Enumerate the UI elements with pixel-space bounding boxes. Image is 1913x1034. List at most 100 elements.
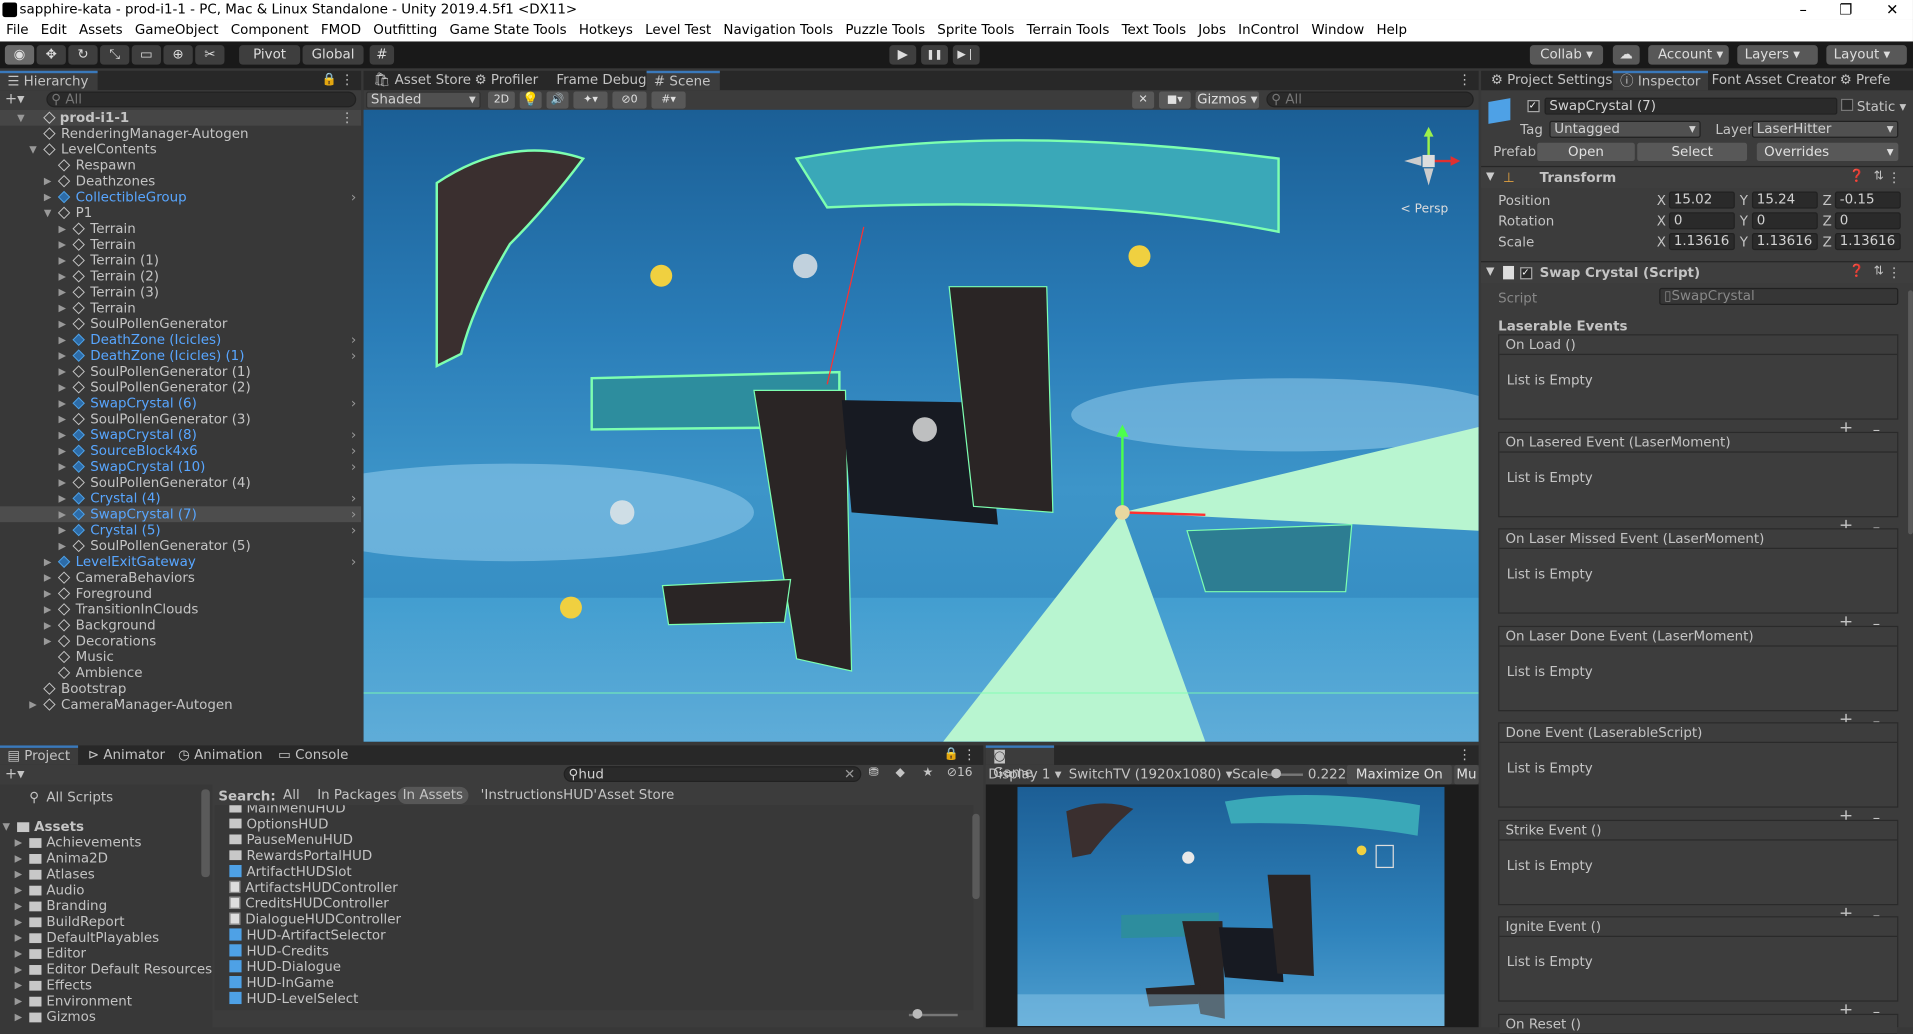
project-search-input[interactable]: ⚲hud ✕ [563, 766, 862, 783]
gizmos-dropdown[interactable]: Gizmos ▾ [1195, 91, 1260, 109]
help-icon[interactable]: ❓ [1849, 265, 1864, 278]
scene-row[interactable]: ▼ prod-i1-1 ⋮ [0, 109, 362, 126]
search-filter-asset-store[interactable]: Asset Store [593, 787, 679, 804]
filter-type-icon[interactable]: ⛃ [869, 766, 879, 779]
hierarchy-item[interactable]: ▶ Deathzones [0, 173, 361, 189]
menu-incontrol[interactable]: InControl [1232, 20, 1305, 42]
saved-search-item[interactable]: ⚲ All Scripts [0, 789, 212, 805]
expand-arrow-icon[interactable]: ▶ [44, 633, 56, 649]
expand-arrow-icon[interactable]: ▶ [44, 617, 56, 633]
expand-arrow-icon[interactable]: ▶ [15, 977, 27, 993]
scene-menu-icon[interactable]: ⋮ [1458, 71, 1471, 91]
expand-arrow-icon[interactable]: ▼ [29, 142, 41, 158]
rotate-tool-icon[interactable]: ↻ [68, 45, 98, 65]
scene-search-input[interactable]: ⚲ All [1266, 91, 1474, 108]
tab-profiler[interactable]: ⚙ Profiler [467, 71, 545, 91]
expand-arrow-icon[interactable]: ▶ [59, 427, 71, 443]
transform-scale-y-field[interactable]: 1.13616 [1751, 233, 1818, 251]
expand-arrow-icon[interactable]: ▶ [59, 237, 71, 253]
asset-result-item[interactable]: OptionsHUD [229, 816, 328, 832]
expand-arrow-icon[interactable]: ▶ [59, 300, 71, 316]
hierarchy-item[interactable]: ▶ Terrain (3) [0, 284, 361, 300]
tab-game[interactable]: ◙ Game [985, 745, 1055, 781]
foldout-arrow-icon[interactable]: ▼ [1486, 266, 1501, 278]
hierarchy-search-input[interactable]: ⚲ All [46, 91, 357, 108]
menu-file[interactable]: File [0, 20, 35, 42]
menu-text-tools[interactable]: Text Tools [1115, 20, 1192, 42]
asset-result-item[interactable]: HUD-ArtifactSelector [229, 927, 386, 943]
2d-toggle[interactable]: 2D [488, 91, 515, 109]
hierarchy-item[interactable]: ▶ DeathZone (Icicles) › [0, 332, 361, 348]
open-prefab-chevron-icon[interactable]: › [351, 427, 356, 443]
assets-root-folder[interactable]: ▼ Assets [0, 819, 212, 835]
scale-slider-handle[interactable] [1271, 768, 1281, 779]
scene-menu-icon[interactable]: ⋮ [340, 110, 353, 126]
expand-arrow-icon[interactable]: ▶ [59, 395, 71, 411]
expand-arrow-icon[interactable]: ▶ [59, 284, 71, 300]
prefab-open-button[interactable]: Open [1537, 142, 1635, 162]
lock-icon[interactable]: 🔒 [944, 745, 959, 765]
axis-z-label[interactable]: Z [1823, 193, 1832, 209]
expand-arrow-icon[interactable]: ▶ [15, 834, 27, 850]
expand-arrow-icon[interactable]: ▶ [59, 221, 71, 237]
expand-arrow-icon[interactable]: ▶ [15, 993, 27, 1009]
tab-animator[interactable]: ⊳ Animator [81, 745, 173, 765]
hierarchy-item[interactable]: ▶ Crystal (4) › [0, 490, 361, 506]
expand-arrow-icon[interactable]: ▶ [44, 554, 56, 570]
folder-item[interactable]: ▶ Gizmos [0, 1009, 212, 1025]
transform-tool-icon[interactable]: ⊕ [163, 45, 193, 65]
menu-hotkeys[interactable]: Hotkeys [573, 20, 639, 42]
folder-item[interactable]: ▶ Effects [0, 977, 212, 993]
hierarchy-item[interactable]: ▶ SoulPollenGenerator [0, 316, 361, 332]
hierarchy-item[interactable]: RenderingManager-Autogen [0, 126, 361, 142]
close-button[interactable]: ✕ [1874, 0, 1911, 20]
display-dropdown[interactable]: Display 1 ▾ [988, 766, 1061, 782]
axis-x-label[interactable]: X [1657, 234, 1666, 250]
tab-project[interactable]: ▤ Project [0, 745, 78, 765]
asset-result-item[interactable]: HUD-LevelSelect [229, 991, 358, 1007]
lock-icon[interactable]: 🔒 [322, 71, 337, 91]
expand-arrow-icon[interactable]: ▶ [15, 914, 27, 930]
expand-arrow-icon[interactable]: ▶ [59, 411, 71, 427]
hierarchy-item[interactable]: ▼ LevelContents [0, 142, 361, 158]
open-prefab-chevron-icon[interactable]: › [351, 506, 356, 522]
hierarchy-item[interactable]: ▶ LevelExitGateway › [0, 554, 361, 570]
expand-arrow-icon[interactable]: ▶ [59, 490, 71, 506]
expand-arrow-icon[interactable]: ▶ [15, 1009, 27, 1025]
hierarchy-item[interactable]: ▶ Terrain (2) [0, 268, 361, 284]
tab-animation[interactable]: ◷ Animation [171, 745, 270, 765]
create-add-icon[interactable]: +▾ [5, 765, 25, 782]
hierarchy-item[interactable]: ▶ Foreground [0, 586, 361, 602]
hierarchy-item[interactable]: ▶ Background [0, 617, 361, 633]
search-filter-all[interactable]: All [278, 787, 304, 804]
grid-dropdown[interactable]: #▾ [651, 91, 686, 109]
scale-tool-icon[interactable]: ⤡ [100, 45, 130, 65]
shading-mode-dropdown[interactable]: Shaded ▾ [366, 91, 481, 109]
collab-dropdown[interactable]: Collab ▾ [1529, 45, 1604, 65]
menu-window[interactable]: Window [1305, 20, 1370, 42]
help-icon[interactable]: ❓ [1849, 170, 1864, 183]
expand-arrow-icon[interactable]: ▶ [44, 570, 56, 586]
axis-x-label[interactable]: X [1657, 193, 1666, 209]
tab-inspector[interactable]: ⓘ Inspector [1612, 70, 1708, 91]
open-prefab-chevron-icon[interactable]: › [351, 348, 356, 364]
effects-dropdown[interactable]: ✦▾ [573, 91, 608, 109]
view-tool-icon[interactable]: ◉ [4, 45, 35, 65]
folder-item[interactable]: ▶ Environment [0, 993, 212, 1009]
open-prefab-chevron-icon[interactable]: › [351, 490, 356, 506]
tab-asset-store[interactable]: 🛍 Asset Store [366, 71, 478, 91]
folder-item[interactable]: ▶ Branding [0, 898, 212, 914]
expand-arrow-icon[interactable]: ▶ [59, 268, 71, 284]
expand-arrow-icon[interactable]: ▶ [15, 946, 27, 962]
hierarchy-item[interactable]: ▶ Crystal (5) › [0, 522, 361, 538]
persp-label[interactable]: < Persp [1401, 203, 1449, 216]
tools-icon[interactable]: ✕ [1132, 91, 1155, 109]
game-viewport[interactable] [1017, 786, 1445, 1027]
open-prefab-chevron-icon[interactable]: › [351, 522, 356, 538]
tab-console[interactable]: ▭ Console [271, 745, 356, 765]
menu-game-state-tools[interactable]: Game State Tools [443, 20, 572, 42]
expand-arrow-icon[interactable]: ▶ [59, 332, 71, 348]
expand-arrow-icon[interactable]: ▶ [15, 866, 27, 882]
expand-arrow-icon[interactable]: ▶ [15, 850, 27, 866]
menu-puzzle-tools[interactable]: Puzzle Tools [839, 20, 931, 42]
